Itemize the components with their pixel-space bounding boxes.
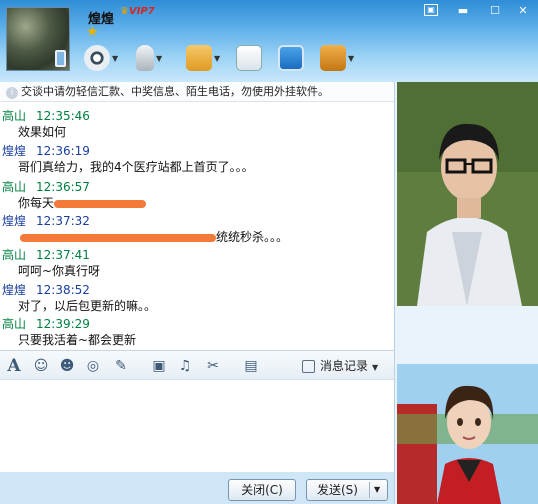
- window-close-button[interactable]: ✕: [512, 2, 534, 19]
- remote-assist-button[interactable]: [278, 44, 304, 72]
- magic-face-icon[interactable]: ☻: [58, 358, 76, 374]
- microphone-icon: [136, 45, 154, 71]
- doodle-icon[interactable]: ✎: [112, 358, 130, 374]
- chevron-down-icon[interactable]: ▼: [112, 54, 118, 63]
- crown-icon: ♛: [120, 6, 129, 17]
- mobile-online-icon: [55, 50, 66, 67]
- sender-name: 煌煌: [2, 144, 27, 158]
- sender-name: 高山: [2, 317, 27, 331]
- message: 高山 12:37:41 呵呵~你真行呀: [2, 247, 100, 280]
- message: 煌煌 12:37:32 统统秒杀。。。: [2, 213, 288, 246]
- message: 高山 12:39:29 只要我活着~都会更新: [2, 316, 136, 349]
- message: 煌煌 12:38:52 对了，以后包更新的嘛。。: [2, 282, 156, 315]
- toolbox-icon[interactable]: ▤: [242, 358, 260, 374]
- sender-name: 高山: [2, 109, 27, 123]
- timestamp: 12:36:19: [36, 144, 90, 158]
- folder-arrow-icon: [186, 45, 212, 71]
- message-text: 效果如何: [18, 125, 67, 139]
- timestamp: 12:39:29: [36, 317, 90, 331]
- level-star-icon: ★: [86, 24, 99, 40]
- timestamp: 12:37:41: [36, 248, 90, 262]
- voice-call-button[interactable]: ▼: [136, 44, 162, 72]
- message-text: 统统秒杀。。。: [216, 230, 289, 244]
- send-button[interactable]: 发送(S) ▼: [306, 479, 388, 501]
- timestamp: 12:35:46: [36, 109, 90, 123]
- message: 高山 12:35:46 效果如何: [2, 108, 90, 141]
- message-text: 对了，以后包更新的嘛。。: [18, 299, 157, 313]
- timestamp: 12:37:32: [36, 214, 90, 228]
- picture-icon[interactable]: ▣: [150, 358, 168, 374]
- show-panel: [394, 82, 538, 504]
- chat-history[interactable]: 高山 12:35:46 效果如何 煌煌 12:36:19 哥们真给力，我的4个医疗站…: [0, 102, 394, 350]
- info-icon: i: [6, 87, 18, 99]
- apps-button[interactable]: [236, 44, 262, 72]
- timestamp: 12:38:52: [36, 283, 90, 297]
- format-toolbar: A ☺ ☻ ◎ ✎ ▣ ♫ ✂ ▤ 消息记录 ▼: [0, 350, 394, 380]
- timestamp: 12:36:57: [36, 180, 90, 194]
- message-input[interactable]: [0, 380, 394, 472]
- chevron-down-icon[interactable]: ▼: [374, 480, 380, 500]
- vip-badge: ♛VIP7: [120, 6, 155, 17]
- webcam-icon: [84, 45, 110, 71]
- font-icon[interactable]: A: [5, 358, 23, 375]
- chevron-down-icon[interactable]: ▼: [156, 54, 162, 63]
- sender-name: 高山: [2, 180, 27, 194]
- window-menu-button[interactable]: ▣: [424, 4, 438, 16]
- security-notice: i 交谈中请勿轻信汇款、中奖信息、陌生电话，勿使用外挂软件。: [0, 82, 394, 102]
- minimize-button[interactable]: ▬: [452, 2, 474, 19]
- message-text: 哥们真给力，我的4个医疗站都上首页了。。。: [18, 160, 254, 174]
- redaction-mark: [20, 233, 216, 242]
- more-tools-button[interactable]: ▼: [320, 44, 354, 72]
- sender-name: 煌煌: [2, 214, 27, 228]
- list-plus-icon: [236, 45, 262, 71]
- maximize-button[interactable]: ☐: [484, 2, 506, 19]
- contact-photo: [397, 82, 538, 306]
- monitor-icon: [278, 45, 304, 71]
- chevron-down-icon: ▼: [372, 363, 379, 372]
- message-text: 只要我活着~都会更新: [18, 333, 137, 347]
- message-text: 你每天: [18, 196, 55, 210]
- message: 高山 12:36:57 你每天: [2, 179, 147, 212]
- window-shake-icon[interactable]: ◎: [84, 358, 102, 374]
- sender-name: 煌煌: [2, 283, 27, 297]
- emoji-icon[interactable]: ☺: [32, 358, 50, 374]
- bottom-bar: 关闭(C) 发送(S) ▼: [0, 472, 394, 504]
- screenshot-scissors-icon[interactable]: ✂: [204, 358, 222, 374]
- chevron-down-icon[interactable]: ▼: [214, 54, 220, 63]
- redaction-mark: [54, 199, 147, 208]
- message: 煌煌 12:36:19 哥们真给力，我的4个医疗站都上首页了。。。: [2, 143, 254, 176]
- contact-avatar[interactable]: [6, 7, 70, 71]
- chevron-down-icon[interactable]: ▼: [348, 54, 354, 63]
- history-icon: [302, 360, 315, 373]
- show-avatar: [397, 364, 538, 504]
- music-icon[interactable]: ♫: [176, 358, 194, 374]
- sender-name: 高山: [2, 248, 27, 262]
- message-text: 呵呵~你真行呀: [18, 264, 101, 278]
- title-bar: 煌煌 ♛VIP7 ★ ▣ ▬ ☐ ✕ ▼ ▼ ▼ ▼: [0, 0, 538, 82]
- toolbox-icon: [320, 45, 346, 71]
- message-history-button[interactable]: 消息记录 ▼: [302, 357, 378, 375]
- send-file-button[interactable]: ▼: [186, 44, 220, 72]
- video-call-button[interactable]: ▼: [84, 44, 118, 72]
- close-button[interactable]: 关闭(C): [228, 479, 296, 501]
